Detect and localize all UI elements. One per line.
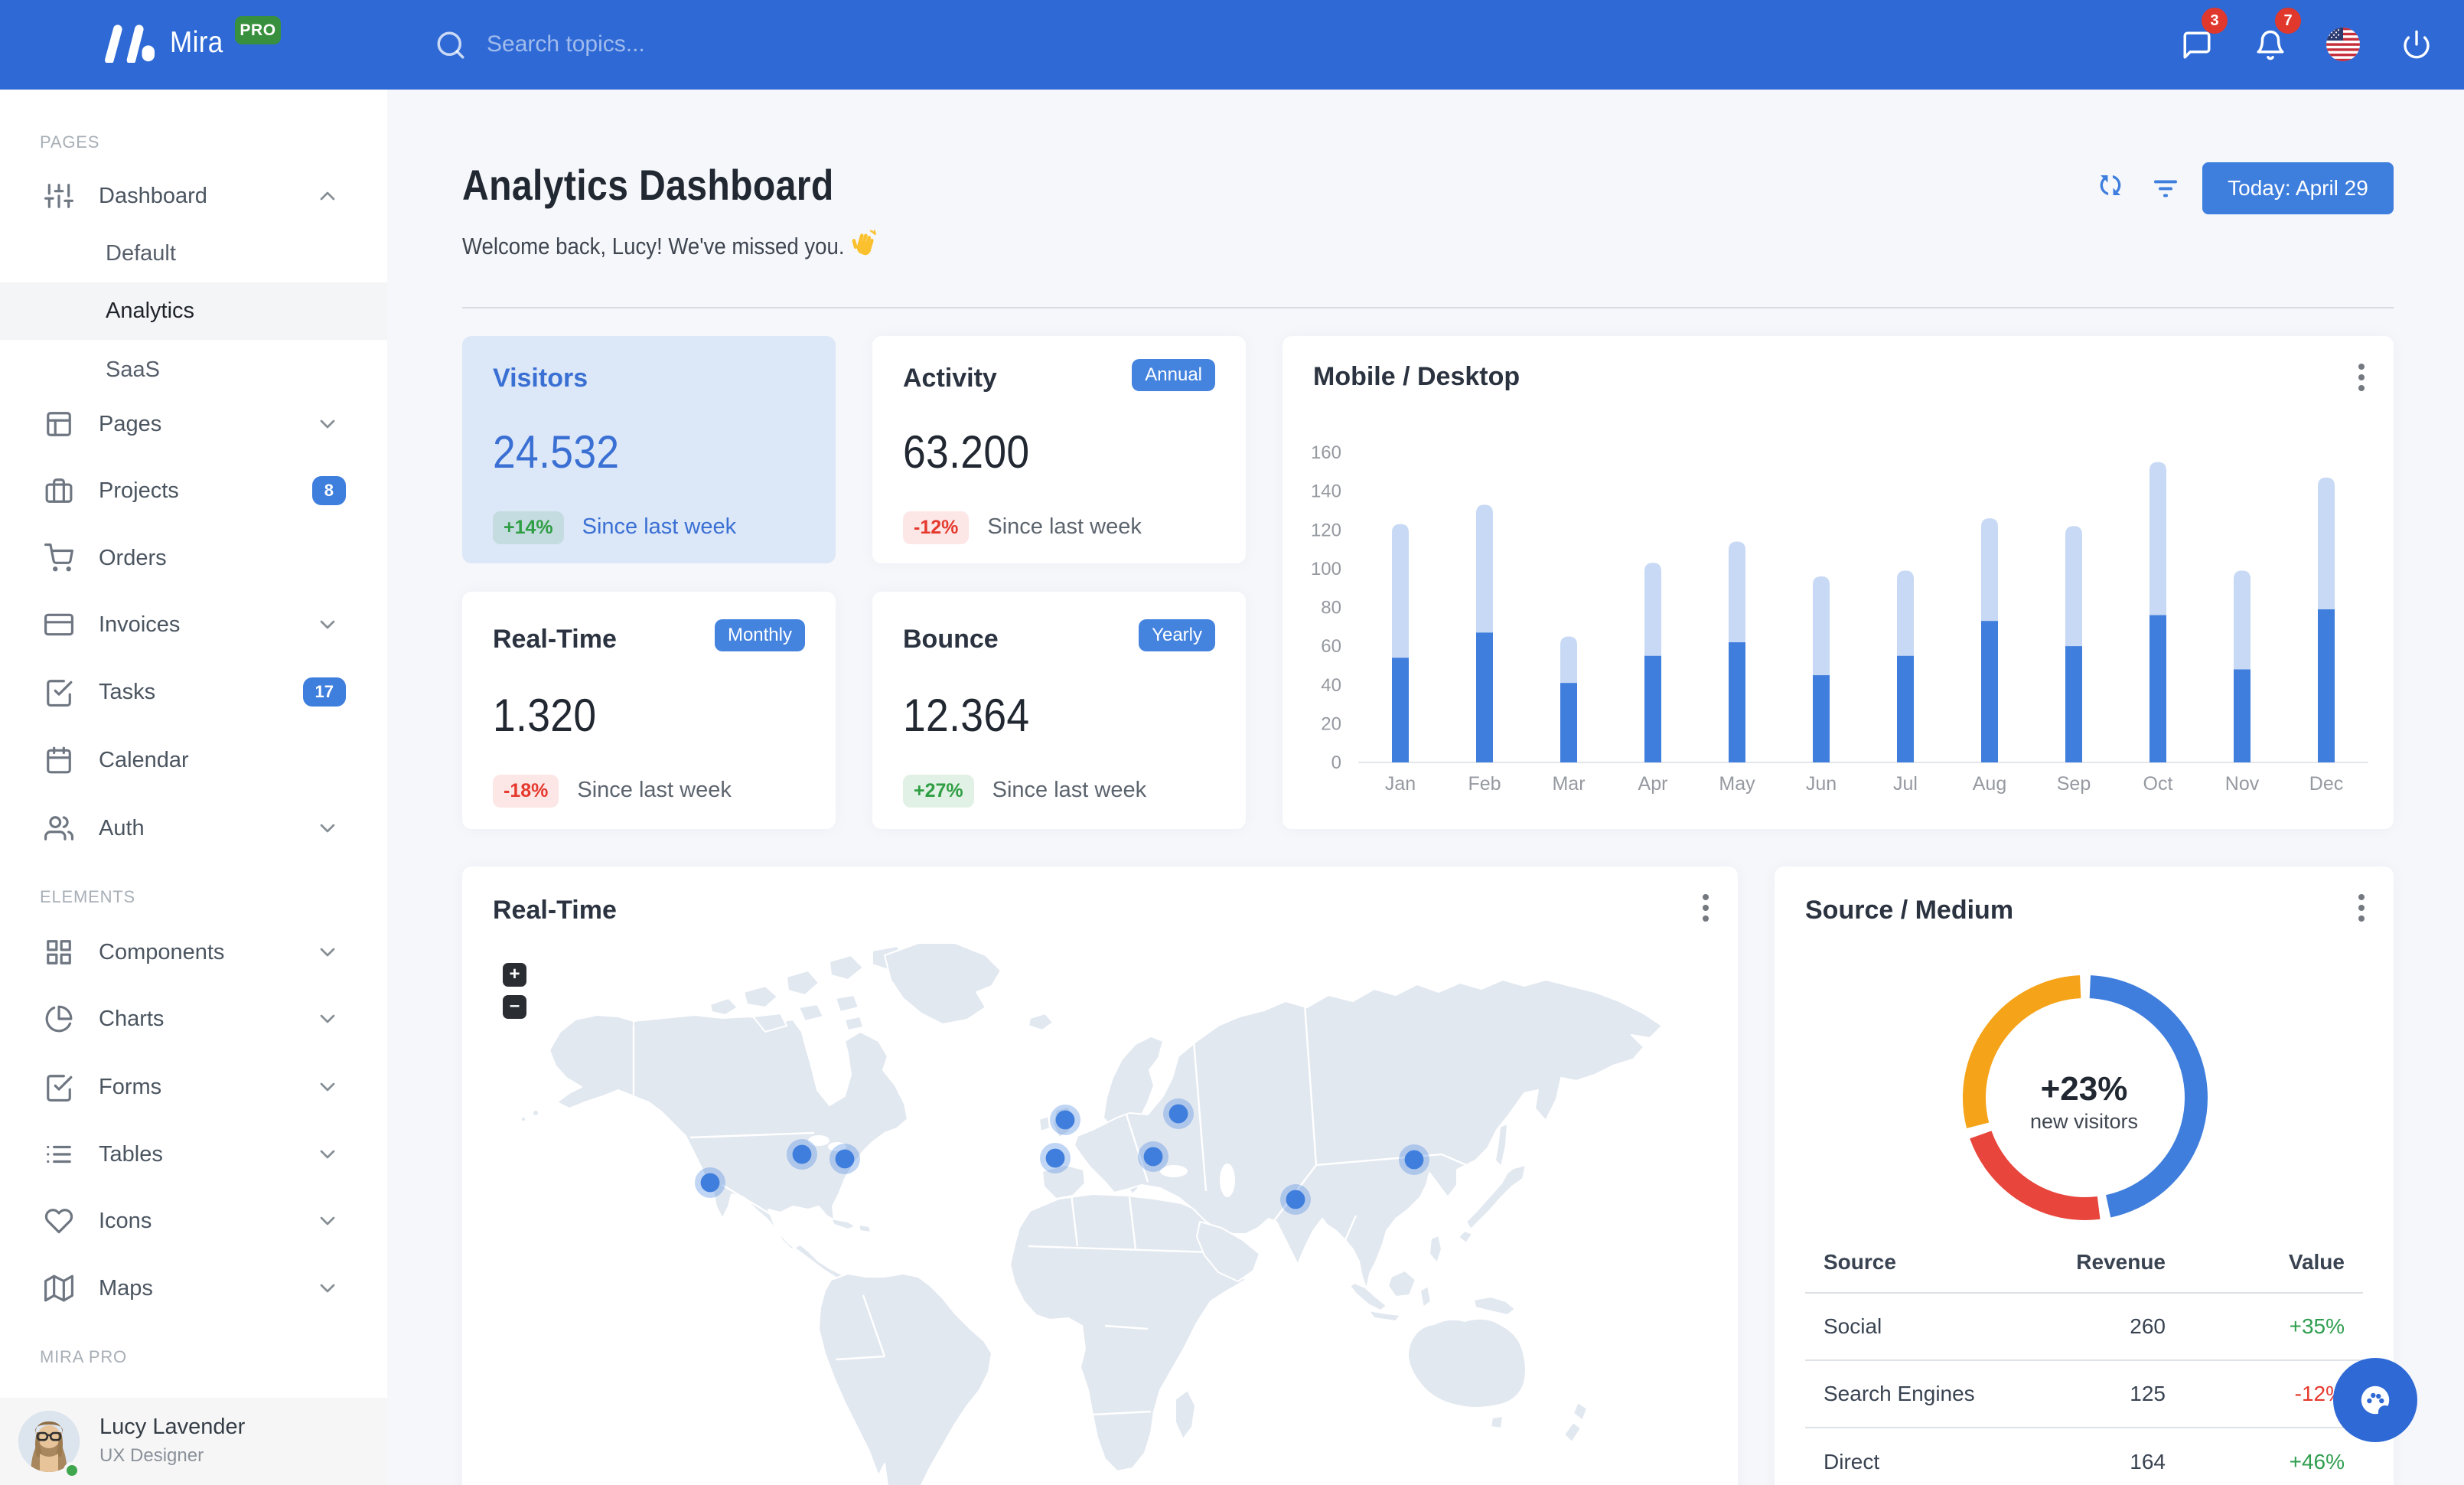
- svg-text:Jul: Jul: [1893, 773, 1918, 795]
- svg-text:Apr: Apr: [1638, 773, 1668, 795]
- svg-text:Mar: Mar: [1552, 773, 1585, 795]
- svg-text:Nov: Nov: [2225, 773, 2260, 795]
- svg-text:Jun: Jun: [1806, 773, 1837, 795]
- svg-text:Aug: Aug: [1973, 773, 2006, 795]
- svg-text:May: May: [1719, 773, 1755, 795]
- svg-text:80: 80: [1321, 598, 1341, 618]
- svg-text:Jan: Jan: [1385, 773, 1416, 795]
- svg-text:20: 20: [1321, 713, 1341, 734]
- svg-text:160: 160: [1311, 442, 1341, 463]
- svg-text:100: 100: [1311, 559, 1341, 579]
- svg-text:0: 0: [1331, 752, 1341, 773]
- svg-text:140: 140: [1311, 481, 1341, 502]
- svg-text:60: 60: [1321, 636, 1341, 657]
- svg-text:Sep: Sep: [2057, 773, 2091, 795]
- svg-text:Dec: Dec: [2309, 773, 2343, 795]
- svg-text:Feb: Feb: [1468, 773, 1501, 795]
- svg-text:120: 120: [1311, 520, 1341, 540]
- svg-text:Oct: Oct: [2143, 773, 2173, 795]
- svg-text:40: 40: [1321, 675, 1341, 696]
